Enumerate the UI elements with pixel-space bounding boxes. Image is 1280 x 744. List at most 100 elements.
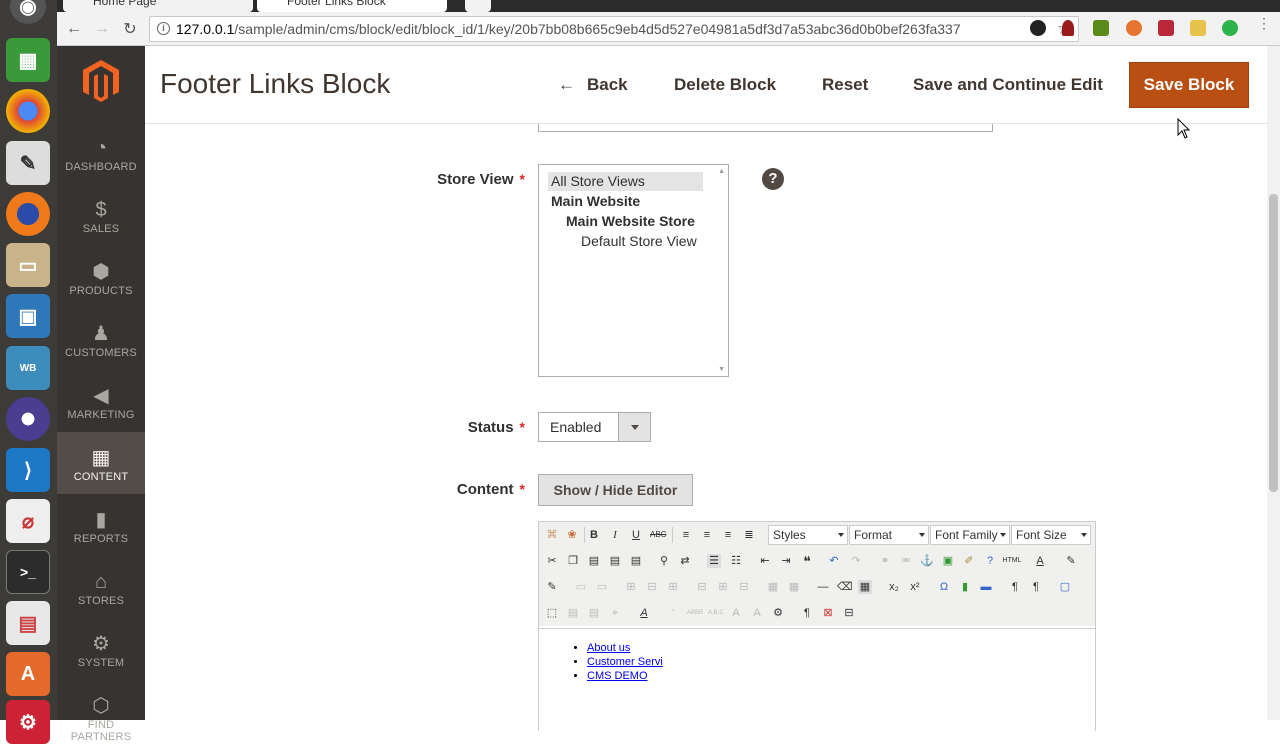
browser-tab-home[interactable]: Home Page xyxy=(63,0,253,12)
cut-icon[interactable]: ✂ xyxy=(545,554,559,568)
store-view-multiselect[interactable]: All Store Views Main Website Main Websit… xyxy=(538,164,729,377)
sidebar-item-reports[interactable]: ▮ REPORTS xyxy=(57,494,145,556)
nonbreaking-icon[interactable]: ⊠ xyxy=(821,606,835,620)
scroll-up-icon[interactable]: ▲ xyxy=(718,168,725,175)
sidebar-item-stores[interactable]: ⌂ STORES xyxy=(57,556,145,618)
bullet-list-icon[interactable]: ☰ xyxy=(707,554,721,568)
insert-col-icon[interactable]: ⊞ xyxy=(666,580,680,594)
chevron-down-icon[interactable] xyxy=(618,413,650,441)
new-tab-button[interactable] xyxy=(465,0,491,12)
save-block-button[interactable]: Save Block xyxy=(1129,62,1249,108)
horizontal-rule-icon[interactable]: — xyxy=(816,580,830,594)
extension-icon[interactable] xyxy=(1126,20,1142,36)
back-button[interactable]: ← Back xyxy=(558,75,628,95)
chrome-app-icon[interactable] xyxy=(6,89,50,133)
extension-icon[interactable] xyxy=(1062,20,1074,36)
underline-icon[interactable]: U xyxy=(629,528,643,542)
del-icon[interactable]: A xyxy=(729,606,743,620)
scrollbar-thumb[interactable] xyxy=(1269,194,1278,492)
delete-block-button[interactable]: Delete Block xyxy=(674,75,776,95)
ins-icon[interactable]: A xyxy=(750,606,764,620)
table-row-props-icon[interactable]: ▭ xyxy=(574,580,588,594)
font-family-dropdown[interactable]: Font Family xyxy=(930,525,1010,545)
align-right-icon[interactable]: ≡ xyxy=(721,528,735,542)
sidebar-item-customers[interactable]: ♟ CUSTOMERS xyxy=(57,308,145,370)
extension-icon[interactable] xyxy=(1030,20,1046,36)
files-app-icon[interactable]: ▭ xyxy=(6,243,50,287)
store-view-option[interactable]: All Store Views xyxy=(551,173,645,189)
strikethrough-icon[interactable]: ABC xyxy=(650,528,666,542)
outdent-icon[interactable]: ⇤ xyxy=(758,554,772,568)
table-cell-props-icon[interactable]: ▭ xyxy=(595,580,609,594)
text-color-icon[interactable]: A xyxy=(1033,554,1047,568)
attributes-icon[interactable]: ⚙ xyxy=(771,606,785,620)
bg-color-icon[interactable]: ✎ xyxy=(1064,554,1078,568)
fullscreen-icon[interactable]: ▢ xyxy=(1058,580,1072,594)
ltr-icon[interactable]: ¶ xyxy=(1008,580,1022,594)
anchor-icon[interactable]: ⚓ xyxy=(920,554,934,568)
extension-icon[interactable] xyxy=(1190,20,1206,36)
spreadsheet-app-icon[interactable]: ▦ xyxy=(6,38,50,82)
indent-icon[interactable]: ⇥ xyxy=(779,554,793,568)
find-icon[interactable]: ⚲ xyxy=(657,554,671,568)
extension-icon[interactable] xyxy=(1158,20,1174,36)
table-props-icon[interactable]: ▦ xyxy=(787,580,801,594)
editor-content-area[interactable]: About us Customer Servi CMS DEMO xyxy=(539,628,1095,732)
widget-icon[interactable]: ⌘ xyxy=(545,528,559,542)
mysql-workbench-app-icon[interactable]: WB xyxy=(6,346,50,390)
rtl-icon[interactable]: ¶ xyxy=(1029,580,1043,594)
sidebar-item-find-partners[interactable]: ⬡ FIND PARTNERS xyxy=(57,680,145,743)
browser-tab-active[interactable]: Footer Links Block xyxy=(257,0,447,12)
subscript-icon[interactable]: x₂ xyxy=(887,580,901,594)
content-link[interactable]: Customer Servi xyxy=(587,656,663,668)
info-icon[interactable]: i xyxy=(157,22,170,35)
split-cells-icon[interactable]: ⊞ xyxy=(716,580,730,594)
html-source-icon[interactable]: HTML xyxy=(1002,554,1022,568)
sidebar-item-dashboard[interactable]: ◔ DASHBOARD xyxy=(57,122,145,184)
page-scrollbar[interactable] xyxy=(1267,46,1280,720)
reset-button[interactable]: Reset xyxy=(822,75,868,95)
magento-logo-icon[interactable] xyxy=(81,58,121,102)
content-link[interactable]: About us xyxy=(587,642,630,654)
eraser-icon[interactable]: ⌫ xyxy=(837,580,853,594)
insert-layer-icon[interactable]: ⬚ xyxy=(545,606,559,620)
show-blocks-icon[interactable]: ¶ xyxy=(800,606,814,620)
edit-css-icon[interactable]: ✎ xyxy=(545,580,559,594)
ubuntu-logo-icon[interactable]: ◉ xyxy=(10,0,46,24)
format-dropdown[interactable]: Format xyxy=(849,525,929,545)
special-char-icon[interactable]: Ω xyxy=(937,580,951,594)
image-icon[interactable]: ▣ xyxy=(941,554,955,568)
pagebreak-icon[interactable]: ⊟ xyxy=(842,606,856,620)
forward-nav-icon[interactable]: → xyxy=(92,19,112,39)
delete-col-icon[interactable]: ⊟ xyxy=(695,580,709,594)
back-nav-icon[interactable]: ← xyxy=(64,19,84,39)
sidebar-item-products[interactable]: ⬢ PRODUCTS xyxy=(57,246,145,308)
table-icon[interactable]: ▦ xyxy=(766,580,780,594)
copy-icon[interactable]: ❐ xyxy=(566,554,580,568)
status-select[interactable]: Enabled xyxy=(538,412,651,442)
help-editor-icon[interactable]: ? xyxy=(983,554,997,568)
terminal-app-icon[interactable]: >_ xyxy=(6,550,50,594)
presentation-app-icon[interactable]: ▤ xyxy=(6,601,50,645)
bold-icon[interactable]: B xyxy=(587,528,601,542)
store-view-option[interactable]: Main Website xyxy=(551,193,640,209)
save-and-continue-button[interactable]: Save and Continue Edit xyxy=(913,75,1103,95)
vscode-app-icon[interactable]: ⟩ xyxy=(6,448,50,492)
paste-word-icon[interactable]: ▤ xyxy=(629,554,643,568)
eclipse-app-icon[interactable] xyxy=(6,397,50,441)
chrome-menu-icon[interactable]: ⋮ xyxy=(1257,16,1271,36)
sidebar-item-content[interactable]: ▦ CONTENT xyxy=(57,432,145,494)
undo-icon[interactable]: ↶ xyxy=(827,554,841,568)
show-hide-editor-button[interactable]: Show / Hide Editor xyxy=(538,474,693,506)
unlink-icon[interactable]: ⚮ xyxy=(899,554,913,568)
absolute-icon[interactable]: ⌖ xyxy=(608,606,622,620)
cite-icon[interactable]: ‘‘ xyxy=(666,606,680,620)
image-insert-icon[interactable]: ❀ xyxy=(565,528,579,542)
sidebar-item-sales[interactable]: $ SALES xyxy=(57,184,145,246)
merge-cells-icon[interactable]: ⊟ xyxy=(737,580,751,594)
redo-icon[interactable]: ↷ xyxy=(849,554,863,568)
replace-icon[interactable]: ⇄ xyxy=(678,554,692,568)
styles-icon[interactable]: A xyxy=(637,606,651,620)
extension-icon[interactable] xyxy=(1093,20,1109,36)
abbr-icon[interactable]: ABBR xyxy=(687,606,703,620)
